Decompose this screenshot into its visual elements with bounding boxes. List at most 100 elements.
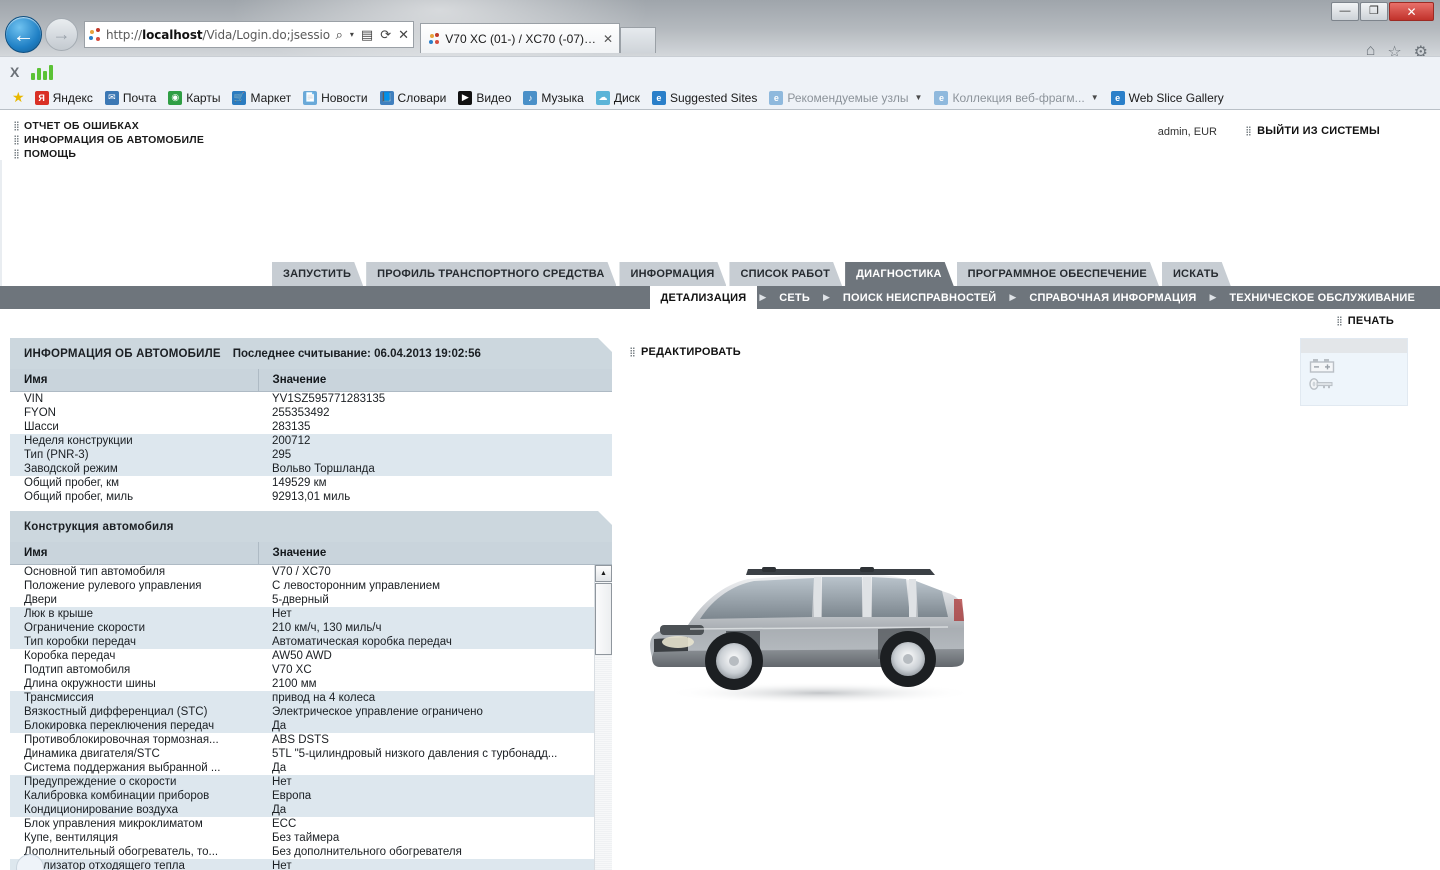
search-icon[interactable]: ⌕ (334, 27, 345, 43)
address-bar[interactable]: http://localhost/Vida/Login.do;jsessioni… (84, 21, 414, 48)
bookmark-item-3[interactable]: ◉ Карты (164, 90, 224, 105)
scrollbar-thumb[interactable] (595, 583, 612, 655)
table-row[interactable]: Динамика двигателя/STC 5TL "5-цилиндровый… (10, 747, 594, 761)
bookmark-item-4[interactable]: 🛒 Маркет (228, 90, 295, 105)
table-row[interactable]: Общий пробег, миль 92913,01 миль (10, 490, 612, 504)
table-row[interactable]: Основной тип автомобиля V70 / XC70 (10, 565, 594, 579)
table-row[interactable]: Блок управления микроклиматом ECC (10, 817, 594, 831)
cell-value: Без таймера (272, 832, 340, 844)
bar-chart-icon[interactable] (31, 64, 54, 80)
forward-button[interactable]: → (45, 18, 78, 51)
main-tab-6[interactable]: ПРОГРАММНОЕ ОБЕСПЕЧЕНИЕ (957, 262, 1159, 286)
chevron-down-icon[interactable]: ▼ (1091, 93, 1099, 102)
back-button[interactable]: ← (5, 16, 42, 53)
logout-label: ВЫЙТИ ИЗ СИСТЕМЫ (1257, 125, 1380, 137)
main-tab-3[interactable]: ИНФОРМАЦИЯ (619, 262, 726, 286)
favorites-add-icon[interactable]: ★ (12, 89, 27, 106)
main-tab-1[interactable]: ЗАПУСТИТЬ (272, 262, 363, 286)
key-icon (1309, 378, 1333, 390)
table-row[interactable]: Подтип автомобиля V70 XC (10, 663, 594, 677)
bookmark-item-12[interactable]: e Коллекция веб-фрагм... ▼ (930, 90, 1102, 105)
sub-nav-item-5[interactable]: ТЕХНИЧЕСКОЕ ОБСЛУЖИВАНИЕ (1218, 286, 1426, 309)
tab-close-icon[interactable]: ✕ (603, 32, 613, 46)
table-row[interactable]: Предупреждение о скорости Нет (10, 775, 594, 789)
table-row[interactable]: Люк в крыше Нет (10, 607, 594, 621)
main-tab-4[interactable]: СПИСОК РАБОТ (729, 262, 842, 286)
table-row[interactable]: Вязкостный дифференциал (STC) Электрическ… (10, 705, 594, 719)
compatibility-view-icon[interactable]: ▤ (359, 27, 375, 43)
table-row[interactable]: FYON 255353492 (10, 406, 612, 420)
forward-arrow-icon: → (52, 24, 71, 44)
construction-table-header: Имя Значение (10, 542, 612, 565)
browser-tab[interactable]: V70 XC (01-) / XC70 (-07), 2... ✕ (420, 23, 620, 53)
table-row[interactable]: Коробка передач AW50 AWD (10, 649, 594, 663)
bookmark-item-13[interactable]: e Web Slice Gallery (1107, 90, 1228, 105)
scroll-up-arrow-icon[interactable]: ▲ (595, 565, 612, 582)
table-row[interactable]: VIN YV1SZ595771283135 (10, 392, 612, 407)
table-row[interactable]: Калибровка комбинации приборов Европа (10, 789, 594, 803)
sub-nav-item-4[interactable]: СПРАВОЧНАЯ ИНФОРМАЦИЯ (1018, 286, 1207, 309)
table-row[interactable]: Тип коробки передач Автоматическая коробк… (10, 635, 594, 649)
table-row[interactable]: Ограничение скорости 210 км/ч, 130 миль/ч (10, 621, 594, 635)
print-link[interactable]: ПЕЧАТЬ (1336, 315, 1394, 327)
main-tab-7[interactable]: ИСКАТЬ (1162, 262, 1231, 286)
table-row[interactable]: Система поддержания выбранной ... Да (10, 761, 594, 775)
cell-value: Нет (258, 607, 594, 621)
main-tab-label: ПРОФИЛЬ ТРАНСПОРТНОГО СРЕДСТВА (377, 268, 605, 280)
main-tab-5[interactable]: ДИАГНОСТИКА (845, 262, 954, 286)
chevron-down-icon[interactable]: ▼ (915, 93, 923, 102)
cell-value: Европа (258, 789, 594, 803)
bookmark-item-8[interactable]: ♪ Музыка (519, 90, 587, 105)
bookmark-item-1[interactable]: Я Яндекс (31, 90, 97, 105)
table-row[interactable]: Заводской режим Вольво Торшланда (10, 462, 612, 476)
table-row[interactable]: Неделя конструкции 200712 (10, 434, 612, 448)
menu-link-error-report[interactable]: ОТЧЕТ ОБ ОШИБКАХ (14, 119, 204, 132)
bookmark-item-10[interactable]: e Suggested Sites (648, 90, 761, 105)
menu-link-vehicle-info[interactable]: ИНФОРМАЦИЯ ОБ АВТОМОБИЛЕ (14, 133, 204, 146)
table-row[interactable]: Двери 5-дверный (10, 593, 594, 607)
sub-nav-item-3[interactable]: ПОИСК НЕИСПРАВНОСТЕЙ (832, 286, 1008, 309)
table-row[interactable]: Кондиционирование воздуха Да (10, 803, 594, 817)
cell-name: Шасси (24, 421, 59, 433)
table-row[interactable]: Положение рулевого управления С левосторо… (10, 579, 594, 593)
bookmark-item-7[interactable]: ▶ Видео (454, 90, 515, 105)
scrollbar-track[interactable] (595, 655, 612, 870)
sub-nav-item-1[interactable]: ДЕТАЛИЗАЦИЯ (649, 286, 758, 309)
main-tab-2[interactable]: ПРОФИЛЬ ТРАНСПОРТНОГО СРЕДСТВА (366, 262, 616, 286)
main-tab-label: ИНФОРМАЦИЯ (630, 268, 715, 280)
table-row[interactable]: Общий пробег, км 149529 км (10, 476, 612, 490)
table-row[interactable]: Блокировка переключения передач Да (10, 719, 594, 733)
vertical-scrollbar[interactable]: ▲ ▼ (594, 565, 612, 870)
stop-icon[interactable]: ✕ (396, 27, 411, 43)
bullet-dots-icon (14, 120, 19, 131)
sub-nav-label: ДЕТАЛИЗАЦИЯ (660, 291, 747, 304)
refresh-icon[interactable]: ⟳ (378, 27, 393, 43)
table-row[interactable]: Дополнительный обогреватель, то... Без до… (10, 845, 594, 859)
status-panel-header (1301, 339, 1407, 353)
new-tab-button[interactable] (620, 27, 656, 53)
chevron-down-icon[interactable]: ▾ (348, 30, 356, 39)
edit-link[interactable]: РЕДАКТИРОВАТЬ (630, 346, 741, 358)
cell-value: Да (258, 719, 594, 733)
cell-value: Вольво Торшланда (258, 462, 612, 476)
bookmark-item-6[interactable]: 📘 Словари (376, 90, 451, 105)
table-row[interactable]: Купе, вентиляция Без таймера (10, 831, 594, 845)
table-row[interactable]: Трансмиссия привод на 4 колеса (10, 691, 594, 705)
bookmark-favicon-icon: e (934, 90, 949, 105)
table-row[interactable]: Шасси 283135 (10, 420, 612, 434)
sub-nav-item-2[interactable]: СЕТЬ (768, 286, 821, 309)
bookmark-label: Яндекс (52, 90, 93, 105)
bookmark-item-11[interactable]: e Рекомендуемые узлы ▼ (765, 90, 926, 105)
table-row[interactable]: Длина окружности шины 2100 мм (10, 677, 594, 691)
bookmark-item-9[interactable]: ☁ Диск (592, 90, 644, 105)
cell-value: ECC (272, 818, 297, 830)
bookmark-item-2[interactable]: ✉ Почта (101, 90, 160, 105)
table-row[interactable]: Утилизатор отходящего тепла Нет (10, 859, 594, 870)
cell-value: Да (272, 762, 287, 774)
table-row[interactable]: Тип (PNR-3) 295 (10, 448, 612, 462)
addon-close-button[interactable]: X (10, 64, 19, 80)
menu-link-help[interactable]: ПОМОЩЬ (14, 147, 204, 160)
table-row[interactable]: Противоблокировочная тормозная... ABS DST… (10, 733, 594, 747)
bookmark-item-5[interactable]: 📄 Новости (299, 90, 371, 105)
logout-link[interactable]: ВЫЙТИ ИЗ СИСТЕМЫ (1246, 125, 1380, 137)
